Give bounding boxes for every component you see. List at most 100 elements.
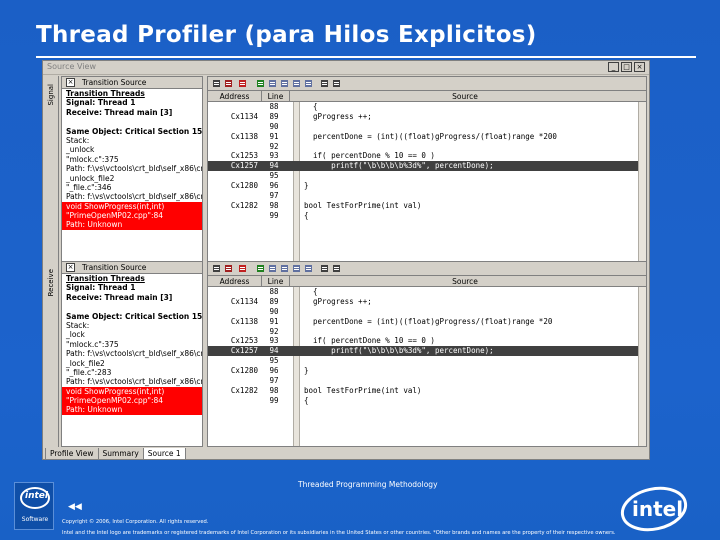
nav-icon[interactable] xyxy=(280,264,289,273)
stack-line[interactable]: Transition Threads xyxy=(62,89,202,98)
code-row[interactable]: 92 xyxy=(208,327,646,337)
stack-line[interactable]: Path: f:\vs\vctools\crt_bld\self_x86\cr xyxy=(62,192,202,201)
stack-line[interactable]: _unlock xyxy=(62,145,202,154)
code-row[interactable]: Cx1138 91 percentDone = (int)((float)gPro… xyxy=(208,132,646,142)
vertical-scrollbar[interactable] xyxy=(638,287,646,446)
panel-close-icon[interactable]: × xyxy=(66,263,75,272)
stack-line[interactable]: "_file.c":346 xyxy=(62,183,202,192)
maximize-button[interactable]: □ xyxy=(621,62,632,72)
code-row[interactable]: 88 { xyxy=(208,102,646,112)
stack-line[interactable]: Signal: Thread 1 xyxy=(62,283,202,292)
vertical-scrollbar[interactable] xyxy=(638,102,646,261)
nav-icon[interactable] xyxy=(304,79,313,88)
stack-line[interactable]: Same Object: Critical Section 15 xyxy=(62,312,202,321)
row-source: { xyxy=(304,102,318,111)
stack-line[interactable]: Stack: xyxy=(62,321,202,330)
list-icon[interactable] xyxy=(212,79,221,88)
stack-line[interactable]: Path: f:\vs\vctools\crt_bld\self_x86\cr xyxy=(62,377,202,386)
nav-icon[interactable] xyxy=(280,79,289,88)
stack-line[interactable]: Path: Unknown xyxy=(62,220,202,230)
stack-line[interactable]: Stack: xyxy=(62,136,202,145)
code-row[interactable]: Cx1282 98 bool TestForPrime(int val) xyxy=(208,201,646,211)
code-row[interactable]: 95 xyxy=(208,356,646,366)
stack-line[interactable] xyxy=(62,302,202,311)
code-row[interactable]: Cx1134 89 gProgress ++; xyxy=(208,297,646,307)
code-row[interactable]: 99 { xyxy=(208,396,646,406)
code-row[interactable]: Cx1257 94 printf("\b\b\b\b%3d%", percentD… xyxy=(208,346,646,357)
stack-line[interactable]: Path: Unknown xyxy=(62,405,202,415)
code-row[interactable]: Cx1134 89 gProgress ++; xyxy=(208,112,646,122)
code-row[interactable]: 92 xyxy=(208,142,646,152)
stack-line[interactable]: Path: f:\vs\vctools\crt_bld\self_x86\cr xyxy=(62,164,202,173)
code-row[interactable]: 99 { xyxy=(208,211,646,221)
column-header-address[interactable]: Address xyxy=(208,276,262,287)
code-row[interactable]: 90 xyxy=(208,122,646,132)
transition-source-panel: × Transition Source Transition Threads Sign… xyxy=(61,76,203,262)
code-row[interactable]: Cx1138 91 percentDone = (int)((float)gPro… xyxy=(208,317,646,327)
nav-back-button[interactable]: ◀◀ xyxy=(68,502,82,512)
copyright-text: Copyright © 2006, Intel Corporation. All… xyxy=(62,519,209,525)
stack-line[interactable]: Receive: Thread main [3] xyxy=(62,293,202,302)
row-source: printf("\b\b\b\b%3d%", percentDone); xyxy=(304,346,494,356)
stack-line[interactable]: Same Object: Critical Section 15 xyxy=(62,127,202,136)
stack-line[interactable]: "PrimeOpenMP02.cpp":84 xyxy=(62,211,202,221)
arrow-icon[interactable] xyxy=(320,264,329,273)
code-row[interactable]: Cx1253 93 if( percentDone % 10 == 0 ) xyxy=(208,336,646,346)
stack-line[interactable]: "mlock.c":375 xyxy=(62,340,202,349)
nav-icon[interactable] xyxy=(268,264,277,273)
code-row[interactable]: Cx1280 96} xyxy=(208,181,646,191)
stack-line[interactable]: "mlock.c":375 xyxy=(62,155,202,164)
stack-line[interactable]: _lock xyxy=(62,330,202,339)
stack-line[interactable]: void ShowProgress(int,int) xyxy=(62,386,202,397)
code-row[interactable]: Cx1253 93 if( percentDone % 10 == 0 ) xyxy=(208,151,646,161)
stack-line[interactable]: Path: f:\vs\vctools\crt_bld\self_x86\cr xyxy=(62,349,202,358)
nav-icon[interactable] xyxy=(292,79,301,88)
footer-title: Threaded Programming Methodology xyxy=(298,480,438,489)
nav-icon[interactable] xyxy=(256,79,265,88)
stack-line[interactable]: "_file.c":283 xyxy=(62,368,202,377)
stack-line[interactable]: _unlock_file2 xyxy=(62,174,202,183)
stack-line[interactable]: "PrimeOpenMP02.cpp":84 xyxy=(62,396,202,406)
row-source: printf("\b\b\b\b%3d%", percentDone); xyxy=(304,161,494,171)
column-header-line[interactable]: Line xyxy=(262,276,290,287)
stack-line[interactable]: _lock_file2 xyxy=(62,359,202,368)
code-row[interactable]: 90 xyxy=(208,307,646,317)
nav-icon[interactable] xyxy=(292,264,301,273)
code-row[interactable]: 97 xyxy=(208,191,646,201)
nav-icon[interactable] xyxy=(256,264,265,273)
stop-red-icon[interactable] xyxy=(238,264,247,273)
stop-red-icon[interactable] xyxy=(238,79,247,88)
vertical-tab[interactable]: Receive xyxy=(45,261,59,447)
column-header-address[interactable]: Address xyxy=(208,91,262,102)
nav-icon[interactable] xyxy=(268,79,277,88)
code-row[interactable]: Cx1282 98 bool TestForPrime(int val) xyxy=(208,386,646,396)
list-red-icon[interactable] xyxy=(224,264,233,273)
minimize-button[interactable]: _ xyxy=(608,62,619,72)
list-red-icon[interactable] xyxy=(224,79,233,88)
code-row[interactable]: 97 xyxy=(208,376,646,386)
vertical-tab[interactable]: Signal xyxy=(45,76,59,262)
stack-line[interactable]: void ShowProgress(int,int) xyxy=(62,201,202,212)
arrow-icon[interactable] xyxy=(332,79,341,88)
nav-icon[interactable] xyxy=(304,264,313,273)
arrow-icon[interactable] xyxy=(320,79,329,88)
stack-line[interactable]: Receive: Thread main [3] xyxy=(62,108,202,117)
stack-line[interactable]: Signal: Thread 1 xyxy=(62,98,202,107)
row-address: Cx1253 xyxy=(230,151,258,161)
close-button[interactable]: × xyxy=(634,62,645,72)
tab-profile-view[interactable]: Profile View xyxy=(45,448,99,460)
tab-summary[interactable]: Summary xyxy=(97,448,144,460)
list-icon[interactable] xyxy=(212,264,221,273)
code-row[interactable]: Cx1257 94 printf("\b\b\b\b%3d%", percentD… xyxy=(208,161,646,172)
stack-line[interactable]: Transition Threads xyxy=(62,274,202,283)
panel-close-icon[interactable]: × xyxy=(66,78,75,87)
tab-source-1[interactable]: Source 1 xyxy=(142,448,186,460)
code-row[interactable]: 88 { xyxy=(208,287,646,297)
code-row[interactable]: 95 xyxy=(208,171,646,181)
stack-line[interactable] xyxy=(62,117,202,126)
column-header-source[interactable]: Source xyxy=(290,91,640,102)
column-header-source[interactable]: Source xyxy=(290,276,640,287)
arrow-icon[interactable] xyxy=(332,264,341,273)
code-row[interactable]: Cx1280 96} xyxy=(208,366,646,376)
column-header-line[interactable]: Line xyxy=(262,91,290,102)
